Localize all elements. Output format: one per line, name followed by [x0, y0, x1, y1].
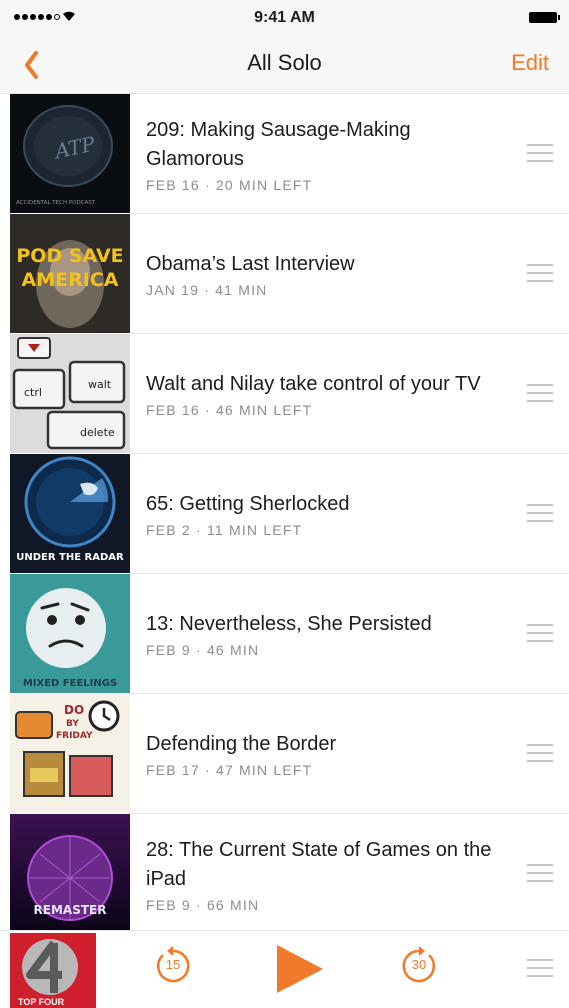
episode-meta: FEB 9 · 66 MIN — [146, 896, 260, 913]
svg-text:REMASTER: REMASTER — [34, 903, 107, 917]
episode-row[interactable]: REMASTER 28: The Current State of Games … — [0, 814, 569, 930]
podcast-artwork-pod-save-america: POD SAVE AMERICA — [10, 214, 130, 333]
reorder-handle-icon[interactable] — [527, 504, 553, 524]
svg-text:DO: DO — [64, 703, 84, 717]
skip-back-button[interactable]: 15 — [152, 945, 194, 987]
episode-row[interactable]: UNDER THE RADAR 65: Getting Sherlocked F… — [0, 454, 569, 574]
episode-title: 209: Making Sausage-Making Glamorous — [146, 118, 411, 170]
svg-text:POD SAVE: POD SAVE — [16, 245, 123, 267]
episode-meta: JAN 19 · 41 MIN — [146, 282, 268, 298]
reorder-handle-icon[interactable] — [527, 624, 553, 644]
svg-text:delete: delete — [80, 426, 115, 439]
mini-player: TOP FOUR 15 30 — [0, 930, 569, 1008]
page-title: All Solo — [247, 50, 322, 75]
episode-list: ATP ACCIDENTAL TECH PODCAST 209: Making … — [0, 94, 569, 930]
now-playing-artwork[interactable]: TOP FOUR — [10, 933, 96, 1008]
podcast-artwork-remaster: REMASTER — [10, 814, 130, 930]
svg-text:MIXED FEELINGS: MIXED FEELINGS — [23, 678, 117, 689]
episode-meta: FEB 2 · 11 MIN LEFT — [146, 522, 303, 538]
edit-button[interactable]: Edit — [511, 50, 549, 76]
svg-text:walt: walt — [88, 378, 112, 391]
svg-text:BY: BY — [66, 719, 79, 729]
episode-row[interactable]: POD SAVE AMERICA Obama’s Last Interview … — [0, 214, 569, 334]
status-bar: 9:41 AM — [0, 0, 569, 36]
svg-text:ctrl: ctrl — [24, 386, 42, 399]
episode-row[interactable]: DO BY FRIDAY Defending the Border FEB 17… — [0, 694, 569, 814]
episode-title: Obama’s Last Interview — [146, 253, 355, 275]
reorder-handle-icon[interactable] — [527, 864, 553, 884]
svg-text:AMERICA: AMERICA — [22, 269, 119, 291]
svg-text:ACCIDENTAL TECH PODCAST: ACCIDENTAL TECH PODCAST — [16, 200, 96, 206]
play-button[interactable] — [273, 943, 325, 995]
episode-title: Walt and Nilay take control of your TV — [146, 373, 481, 395]
podcast-artwork-atp: ATP ACCIDENTAL TECH PODCAST — [10, 94, 130, 213]
podcast-artwork-under-the-radar: UNDER THE RADAR — [10, 454, 130, 573]
episode-title: 65: Getting Sherlocked — [146, 493, 350, 515]
episode-meta: FEB 17 · 47 MIN LEFT — [146, 762, 313, 778]
up-next-menu-icon[interactable] — [527, 959, 553, 979]
podcast-artwork-do-by-friday: DO BY FRIDAY — [10, 694, 130, 813]
episode-row[interactable]: MIXED FEELINGS 13: Nevertheless, She Per… — [0, 574, 569, 694]
episode-row[interactable]: ATP ACCIDENTAL TECH PODCAST 209: Making … — [0, 94, 569, 214]
battery-icon — [529, 12, 560, 23]
episode-title: 13: Nevertheless, She Persisted — [146, 613, 432, 635]
episode-title: 28: The Current State of Games on the iP… — [146, 838, 492, 890]
reorder-handle-icon[interactable] — [527, 744, 553, 764]
reorder-handle-icon[interactable] — [527, 384, 553, 404]
skip-forward-button[interactable]: 30 — [398, 945, 440, 987]
navigation-bar: All Solo Edit — [0, 36, 569, 94]
episode-meta: FEB 16 · 46 MIN LEFT — [146, 402, 313, 418]
podcast-artwork-mixed-feelings: MIXED FEELINGS — [10, 574, 130, 693]
svg-text:FRIDAY: FRIDAY — [56, 731, 93, 741]
svg-text:UNDER THE RADAR: UNDER THE RADAR — [16, 552, 124, 563]
episode-meta: FEB 9 · 46 MIN — [146, 642, 260, 658]
reorder-handle-icon[interactable] — [527, 144, 553, 164]
status-time: 9:41 AM — [254, 9, 315, 26]
reorder-handle-icon[interactable] — [527, 264, 553, 284]
play-icon — [277, 945, 323, 993]
now-playing-label: TOP FOUR — [18, 997, 65, 1007]
episode-title: Defending the Border — [146, 733, 337, 755]
episode-meta: FEB 16 · 20 MIN LEFT — [146, 176, 313, 193]
podcast-artwork-ctrl-walt-delete: ctrl walt delete — [10, 334, 130, 453]
episode-row[interactable]: ctrl walt delete Walt and Nilay take con… — [0, 334, 569, 454]
